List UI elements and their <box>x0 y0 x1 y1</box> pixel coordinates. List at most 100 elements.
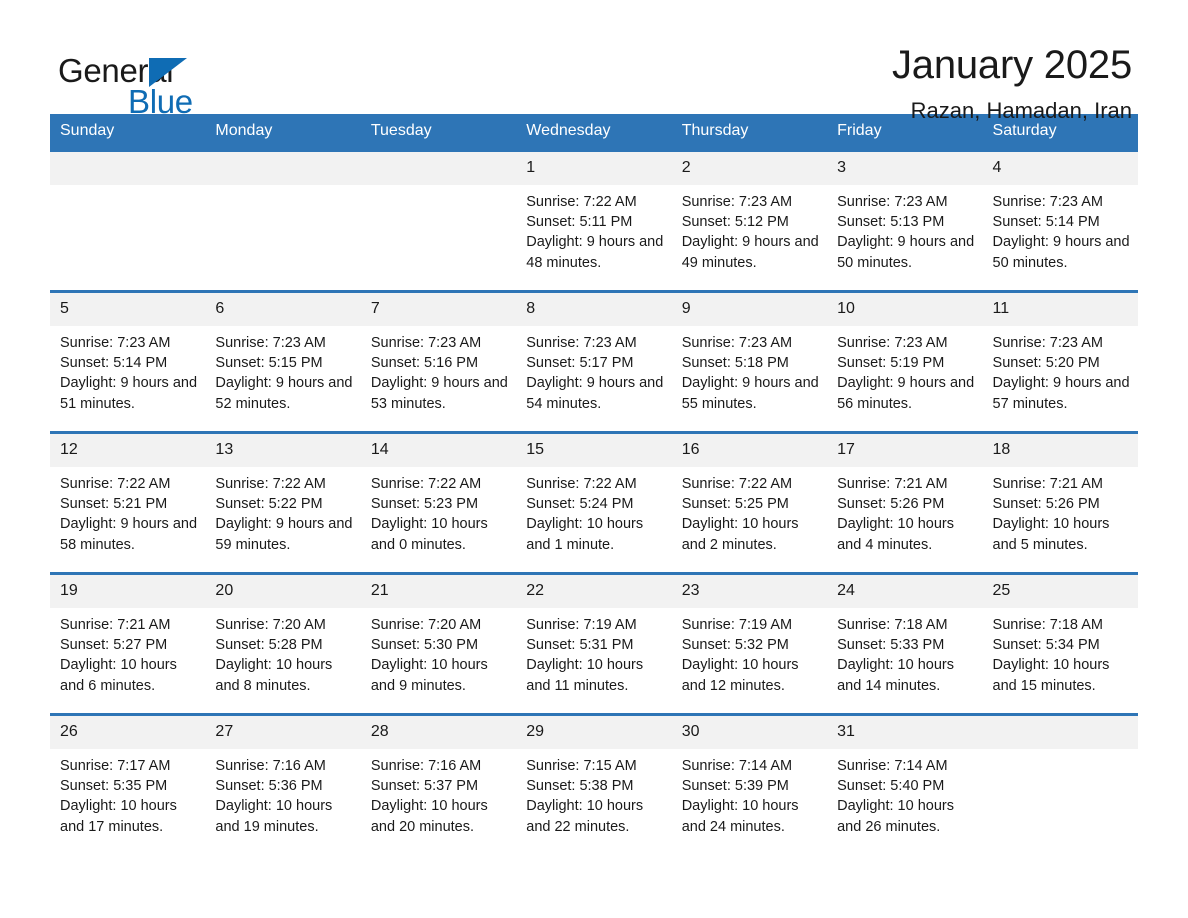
day-number: 30 <box>671 716 828 749</box>
calendar-day-cell[interactable]: 9 Sunrise: 7:23 AM Sunset: 5:18 PM Daylight… <box>671 290 828 433</box>
day-details: Sunrise: 7:17 AM Sunset: 5:35 PM Daylight:… <box>50 749 205 854</box>
calendar-day-cell[interactable]: 18 Sunrise: 7:21 AM Sunset: 5:26 PM Dayligh… <box>982 431 1138 574</box>
sunset-text: Sunset: 5:23 PM <box>370 496 479 513</box>
calendar-day-cell[interactable]: 3 Sunrise: 7:23 AM Sunset: 5:13 PM Daylight… <box>827 149 983 292</box>
calendar-day-cell[interactable]: 10 Sunrise: 7:23 AM Sunset: 5:19 PM Dayligh… <box>827 290 983 433</box>
day-number <box>982 716 1138 749</box>
weekday-header-thursday: Thursday <box>671 114 828 151</box>
daylight-text: Daylight: 9 hours and 53 minutes. <box>370 375 508 412</box>
calendar-day-cell[interactable]: 27 Sunrise: 7:16 AM Sunset: 5:36 PM Dayligh… <box>205 713 361 854</box>
day-details <box>50 185 205 290</box>
calendar-day-cell[interactable]: 17 Sunrise: 7:21 AM Sunset: 5:26 PM Dayligh… <box>827 431 983 574</box>
calendar-day-cell[interactable]: 15 Sunrise: 7:22 AM Sunset: 5:24 PM Dayligh… <box>516 431 672 574</box>
day-details <box>361 185 516 290</box>
calendar-day-cell[interactable]: 26 Sunrise: 7:17 AM Sunset: 5:35 PM Dayligh… <box>50 713 206 854</box>
day-number: 25 <box>982 575 1138 608</box>
day-number <box>360 152 517 185</box>
calendar-day-cell[interactable]: 30 Sunrise: 7:14 AM Sunset: 5:39 PM Dayligh… <box>671 713 828 854</box>
day-number: 31 <box>827 716 983 749</box>
sunset-text: Sunset: 5:19 PM <box>837 355 945 372</box>
day-details: Sunrise: 7:23 AM Sunset: 5:19 PM Daylight:… <box>827 326 982 431</box>
daylight-text: Daylight: 10 hours and 6 minutes. <box>60 657 177 694</box>
sunset-text: Sunset: 5:40 PM <box>837 778 945 795</box>
daylight-text: Daylight: 10 hours and 19 minutes. <box>215 798 333 835</box>
calendar-day-cell[interactable]: 13 Sunrise: 7:22 AM Sunset: 5:22 PM Dayligh… <box>205 431 361 574</box>
day-number: 26 <box>50 716 206 749</box>
calendar-day-cell[interactable]: 5 Sunrise: 7:23 AM Sunset: 5:14 PM Daylight… <box>50 290 206 433</box>
day-number: 6 <box>205 293 361 326</box>
day-number: 22 <box>516 575 672 608</box>
calendar-day-cell[interactable]: 29 Sunrise: 7:15 AM Sunset: 5:38 PM Dayligh… <box>516 713 672 854</box>
calendar-day-cell[interactable]: 11 Sunrise: 7:23 AM Sunset: 5:20 PM Dayligh… <box>982 290 1138 433</box>
day-number: 10 <box>827 293 983 326</box>
calendar-day-cell[interactable]: 1 Sunrise: 7:22 AM Sunset: 5:11 PM Daylight… <box>516 149 672 292</box>
generalblue-logo[interactable]: General Blue <box>50 42 250 120</box>
calendar-day-cell[interactable]: 8 Sunrise: 7:23 AM Sunset: 5:17 PM Daylight… <box>516 290 672 433</box>
sunrise-text: Sunrise: 7:16 AM <box>370 758 482 774</box>
calendar-day-cell[interactable]: 19 Sunrise: 7:21 AM Sunset: 5:27 PM Dayligh… <box>50 572 206 715</box>
calendar-day-cell[interactable]: 21 Sunrise: 7:20 AM Sunset: 5:30 PM Dayligh… <box>360 572 517 715</box>
day-details: Sunrise: 7:20 AM Sunset: 5:30 PM Daylight:… <box>361 608 516 713</box>
calendar-day-cell[interactable]: 6 Sunrise: 7:23 AM Sunset: 5:15 PM Daylight… <box>205 290 361 433</box>
daylight-text: Daylight: 10 hours and 26 minutes. <box>837 798 954 835</box>
day-number: 23 <box>671 575 828 608</box>
weekday-header-tuesday: Tuesday <box>360 114 517 151</box>
calendar-day-cell[interactable]: 20 Sunrise: 7:20 AM Sunset: 5:28 PM Dayligh… <box>205 572 361 715</box>
day-number: 1 <box>516 152 672 185</box>
day-details: Sunrise: 7:23 AM Sunset: 5:16 PM Daylight:… <box>361 326 516 431</box>
sunset-text: Sunset: 5:14 PM <box>992 214 1100 231</box>
sunrise-text: Sunrise: 7:23 AM <box>215 335 326 351</box>
day-details: Sunrise: 7:15 AM Sunset: 5:38 PM Daylight:… <box>516 749 671 854</box>
sunrise-text: Sunrise: 7:14 AM <box>837 758 948 774</box>
day-details: Sunrise: 7:19 AM Sunset: 5:31 PM Daylight:… <box>516 608 671 713</box>
day-details: Sunrise: 7:23 AM Sunset: 5:13 PM Daylight:… <box>827 185 982 290</box>
calendar-day-cell[interactable]: 22 Sunrise: 7:19 AM Sunset: 5:31 PM Dayligh… <box>516 572 672 715</box>
calendar-day-cell[interactable]: 25 Sunrise: 7:18 AM Sunset: 5:34 PM Dayligh… <box>982 572 1138 715</box>
sunset-text: Sunset: 5:33 PM <box>837 637 945 654</box>
day-details: Sunrise: 7:22 AM Sunset: 5:24 PM Daylight:… <box>516 467 671 572</box>
calendar-day-cell[interactable]: 31 Sunrise: 7:14 AM Sunset: 5:40 PM Dayligh… <box>827 713 983 854</box>
calendar-day-cell[interactable]: 2 Sunrise: 7:23 AM Sunset: 5:12 PM Daylight… <box>671 149 828 292</box>
sunrise-text: Sunrise: 7:22 AM <box>526 194 637 210</box>
day-details: Sunrise: 7:19 AM Sunset: 5:32 PM Daylight:… <box>672 608 827 713</box>
sunrise-text: Sunrise: 7:21 AM <box>992 476 1103 492</box>
sunrise-text: Sunrise: 7:20 AM <box>370 617 482 633</box>
sunrise-text: Sunrise: 7:14 AM <box>681 758 793 774</box>
day-details: Sunrise: 7:23 AM Sunset: 5:20 PM Daylight:… <box>983 326 1138 431</box>
day-number: 9 <box>671 293 828 326</box>
calendar-week-row: 5 Sunrise: 7:23 AM Sunset: 5:14 PM Daylight… <box>50 290 1138 433</box>
daylight-text: Daylight: 9 hours and 59 minutes. <box>215 516 353 553</box>
day-number <box>50 152 206 185</box>
calendar-day-cell[interactable]: 28 Sunrise: 7:16 AM Sunset: 5:37 PM Dayligh… <box>360 713 517 854</box>
day-details: Sunrise: 7:16 AM Sunset: 5:36 PM Daylight:… <box>205 749 360 854</box>
daylight-text: Daylight: 10 hours and 14 minutes. <box>837 657 954 694</box>
daylight-text: Daylight: 9 hours and 49 minutes. <box>681 234 819 271</box>
sunset-text: Sunset: 5:30 PM <box>370 637 479 654</box>
calendar-day-cell[interactable]: 14 Sunrise: 7:22 AM Sunset: 5:23 PM Dayligh… <box>360 431 517 574</box>
day-details: Sunrise: 7:23 AM Sunset: 5:14 PM Daylight:… <box>983 185 1138 290</box>
sunrise-text: Sunrise: 7:23 AM <box>681 335 793 351</box>
calendar-day-cell[interactable]: 12 Sunrise: 7:22 AM Sunset: 5:21 PM Dayligh… <box>50 431 206 574</box>
calendar-day-cell[interactable]: 16 Sunrise: 7:22 AM Sunset: 5:25 PM Dayligh… <box>671 431 828 574</box>
day-number: 19 <box>50 575 206 608</box>
sunset-text: Sunset: 5:11 PM <box>526 214 633 231</box>
day-details: Sunrise: 7:14 AM Sunset: 5:39 PM Daylight:… <box>672 749 827 854</box>
calendar-page: General Blue January 2025 Razan, Hamadan… <box>0 0 1188 918</box>
sunrise-text: Sunrise: 7:16 AM <box>215 758 326 774</box>
sunset-text: Sunset: 5:37 PM <box>370 778 479 795</box>
calendar-day-cell[interactable]: 24 Sunrise: 7:18 AM Sunset: 5:33 PM Dayligh… <box>827 572 983 715</box>
calendar-day-cell[interactable]: 7 Sunrise: 7:23 AM Sunset: 5:16 PM Daylight… <box>360 290 517 433</box>
calendar-day-cell[interactable]: 4 Sunrise: 7:23 AM Sunset: 5:14 PM Daylight… <box>982 149 1138 292</box>
day-details: Sunrise: 7:16 AM Sunset: 5:37 PM Daylight:… <box>361 749 516 854</box>
calendar-day-cell[interactable]: 23 Sunrise: 7:19 AM Sunset: 5:32 PM Dayligh… <box>671 572 828 715</box>
sunrise-text: Sunrise: 7:20 AM <box>215 617 326 633</box>
calendar-day-cell-empty <box>205 149 361 292</box>
sunset-text: Sunset: 5:28 PM <box>215 637 323 654</box>
day-details: Sunrise: 7:22 AM Sunset: 5:25 PM Daylight:… <box>672 467 827 572</box>
sunset-text: Sunset: 5:26 PM <box>992 496 1100 513</box>
sunset-text: Sunset: 5:25 PM <box>681 496 789 513</box>
sunrise-text: Sunrise: 7:22 AM <box>215 476 326 492</box>
daylight-text: Daylight: 9 hours and 51 minutes. <box>60 375 198 412</box>
day-details: Sunrise: 7:22 AM Sunset: 5:23 PM Daylight:… <box>361 467 516 572</box>
sunset-text: Sunset: 5:16 PM <box>370 355 479 372</box>
